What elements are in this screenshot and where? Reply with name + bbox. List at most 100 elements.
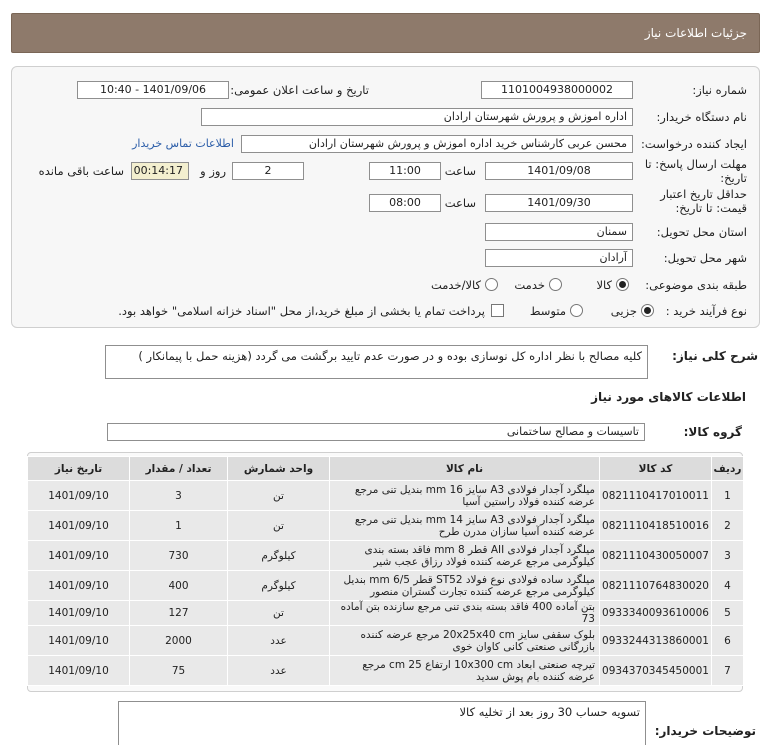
buyer-notes-label: توضیحات خریدار: — [654, 724, 756, 738]
header-row-number: ردیف — [711, 456, 744, 481]
item-need-date: 1401/09/10 — [27, 600, 130, 626]
requester-label: ایجاد کننده درخواست: — [641, 137, 747, 151]
item-name: میلگرد آجدار فولادی A3 سایز 16 mm بندیل … — [329, 480, 600, 511]
remaining-time-field: 00:14:17 — [131, 162, 189, 180]
item-code: 0821110430050007 — [599, 540, 712, 571]
deadline-label: مهلت ارسال پاسخ: تا — [644, 157, 747, 171]
page-title: جزئیات اطلاعات نیاز — [644, 26, 747, 40]
item-unit: تن — [227, 480, 330, 511]
item-code: 0821110418510016 — [599, 510, 712, 541]
buyer-org-field: اداره اموزش و پرورش شهرستان ارادان — [201, 108, 633, 126]
row-number: 7 — [711, 655, 744, 686]
item-quantity: 127 — [129, 600, 228, 626]
item-code: 0933340093610006 — [599, 600, 712, 626]
category-both-radio[interactable] — [485, 278, 498, 291]
validity-time-label: ساعت — [444, 196, 476, 210]
validity-date-field: 1401/09/30 — [485, 194, 633, 212]
treasury-payment-note: پرداخت تمام یا بخشی از مبلغ خرید،از محل … — [118, 304, 485, 318]
item-code: 0821110764830020 — [599, 570, 712, 601]
category-service-label: خدمت — [514, 278, 545, 292]
city-field: آرادان — [485, 249, 633, 267]
announce-label: تاریخ و ساعت اعلان عمومی: — [230, 83, 369, 97]
item-name: میلگرد ساده فولادی نوع فولاد ST52 قطر 6/… — [329, 570, 600, 601]
category-goods-radio[interactable] — [616, 278, 629, 291]
deadline-time-label: ساعت — [444, 164, 476, 178]
city-label: شهر محل تحویل: — [663, 251, 747, 265]
table-row: 2 0821110418510016 میلگرد آجدار فولادی A… — [27, 510, 744, 541]
item-unit: عدد — [227, 655, 330, 686]
page-header: جزئیات اطلاعات نیاز — [11, 13, 760, 53]
item-code: 0934370345450001 — [599, 655, 712, 686]
goods-group-field: تاسیسات و مصالح ساختمانی — [107, 423, 645, 441]
requester-field: محسن عربی کارشناس خرید اداره اموزش و پرو… — [241, 135, 633, 153]
row-number: 3 — [711, 540, 744, 571]
purchase-medium-radio[interactable] — [570, 304, 583, 317]
table-row: 4 0821110764830020 میلگرد ساده فولادی نو… — [27, 570, 744, 601]
deadline-date-field: 1401/09/08 — [485, 162, 633, 180]
goods-section-title: اطلاعات کالاهای مورد نیاز — [591, 390, 746, 404]
item-unit: تن — [227, 600, 330, 626]
item-unit: کیلوگرم — [227, 540, 330, 571]
remaining-label: ساعت باقی مانده — [38, 164, 124, 178]
category-both-label: کالا/خدمت — [430, 278, 481, 292]
row-number: 4 — [711, 570, 744, 601]
item-quantity: 3 — [129, 480, 228, 511]
buyer-notes-text: تسویه حساب 30 روز بعد از تخلیه کالا — [118, 701, 646, 745]
days-label: روز و — [200, 164, 226, 178]
buyer-contact-link[interactable]: اطلاعات تماس خریدار — [132, 137, 234, 150]
purchase-minor-radio[interactable] — [641, 304, 654, 317]
table-row: 5 0933340093610006 بتن آماده 400 فاقد بس… — [27, 600, 744, 626]
deadline-label-2: تاریخ: — [720, 171, 747, 185]
item-name: تیرچه صنعتی ابعاد 10x300 cm ارتفاع 25 cm… — [329, 655, 600, 686]
row-number: 1 — [711, 480, 744, 511]
row-number: 6 — [711, 625, 744, 656]
purchase-minor-label: جزیی — [610, 304, 637, 318]
deadline-time-field: 11:00 — [369, 162, 441, 180]
item-code: 0821110417010011 — [599, 480, 712, 511]
item-need-date: 1401/09/10 — [27, 480, 130, 511]
item-need-date: 1401/09/10 — [27, 625, 130, 656]
row-number: 2 — [711, 510, 744, 541]
province-field: سمنان — [485, 223, 633, 241]
item-unit: کیلوگرم — [227, 570, 330, 601]
need-info-panel: شماره نیاز: 1101004938000002 تاریخ و ساع… — [11, 66, 760, 328]
item-name: بلوک سقفی سایز 20x25x40 cm مرجع عرضه کنن… — [329, 625, 600, 656]
item-quantity: 2000 — [129, 625, 228, 656]
summary-text: کلیه مصالح با نظر اداره کل نوسازی بوده و… — [105, 345, 648, 379]
table-row: 1 0821110417010011 میلگرد آجدار فولادی A… — [27, 480, 744, 511]
item-need-date: 1401/09/10 — [27, 570, 130, 601]
item-quantity: 75 — [129, 655, 228, 686]
days-field: 2 — [232, 162, 304, 180]
item-quantity: 1 — [129, 510, 228, 541]
item-need-date: 1401/09/10 — [27, 510, 130, 541]
purchase-medium-label: متوسط — [529, 304, 566, 318]
item-name: میلگرد آجدار فولادی AII قطر 8 mm فاقد بس… — [329, 540, 600, 571]
purchase-type-label: نوع فرآیند خرید : — [665, 304, 747, 318]
need-number-field: 1101004938000002 — [481, 81, 633, 99]
header-need-date: تاریخ نیاز — [27, 456, 130, 481]
header-item-code: کد کالا — [599, 456, 712, 481]
category-service-radio[interactable] — [549, 278, 562, 291]
item-quantity: 400 — [129, 570, 228, 601]
table-row: 7 0934370345450001 تیرچه صنعتی ابعاد 10x… — [27, 655, 744, 686]
goods-group-label: گروه کالا: — [683, 425, 742, 439]
goods-table: ردیف کد کالا نام کالا واحد شمارش تعداد /… — [27, 456, 744, 686]
validity-label-2: قیمت: تا تاریخ: — [675, 201, 747, 215]
header-quantity: تعداد / مقدار — [129, 456, 228, 481]
category-goods-label: کالا — [596, 278, 612, 292]
table-row: 6 0933244313860001 بلوک سقفی سایز 20x25x… — [27, 625, 744, 656]
header-item-name: نام کالا — [329, 456, 600, 481]
announce-field: 1401/09/06 - 10:40 — [77, 81, 229, 99]
item-name: میلگرد آجدار فولادی A3 سایز 14 mm بندیل … — [329, 510, 600, 541]
header-unit: واحد شمارش — [227, 456, 330, 481]
item-code: 0933244313860001 — [599, 625, 712, 656]
summary-label: شرح کلی نیاز: — [672, 349, 758, 363]
validity-time-field: 08:00 — [369, 194, 441, 212]
item-need-date: 1401/09/10 — [27, 655, 130, 686]
table-header-row: ردیف کد کالا نام کالا واحد شمارش تعداد /… — [27, 456, 744, 481]
item-quantity: 730 — [129, 540, 228, 571]
table-row: 3 0821110430050007 میلگرد آجدار فولادی A… — [27, 540, 744, 571]
validity-label: حداقل تاریخ اعتبار — [660, 187, 747, 201]
treasury-payment-checkbox[interactable] — [491, 304, 504, 317]
item-unit: تن — [227, 510, 330, 541]
